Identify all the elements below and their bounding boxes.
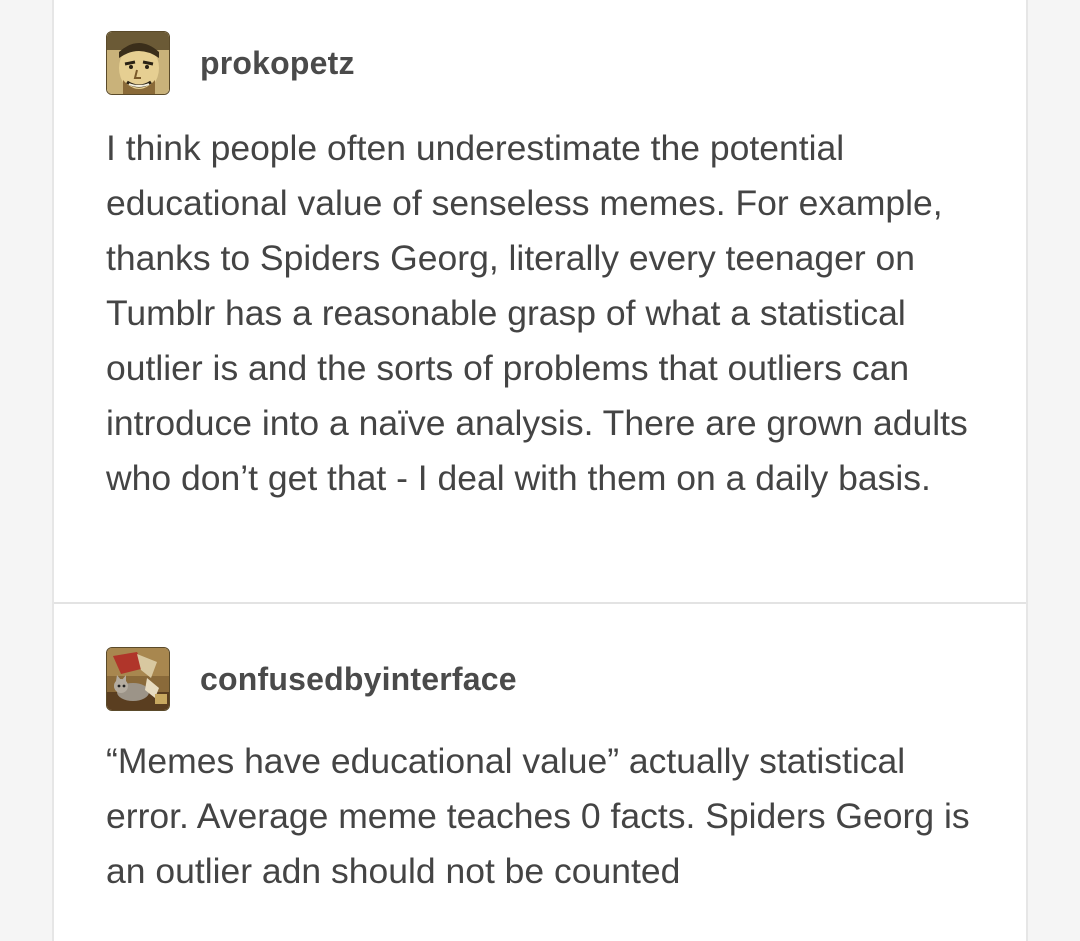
post-thread-card: prokopetz I think people often underesti… bbox=[52, 0, 1028, 941]
post-body: I think people often underestimate the p… bbox=[106, 128, 968, 498]
username[interactable]: confusedbyinterface bbox=[200, 661, 517, 698]
post-header: prokopetz bbox=[106, 31, 355, 95]
post-body: “Memes have educational value” actually … bbox=[106, 741, 970, 891]
post-prokopetz: prokopetz I think people often underesti… bbox=[54, 0, 1026, 604]
username[interactable]: prokopetz bbox=[200, 45, 355, 82]
avatar-prokopetz[interactable] bbox=[106, 31, 170, 95]
comic-portrait-avatar-icon bbox=[107, 32, 169, 94]
post-confusedbyinterface: confusedbyinterface “Memes have educatio… bbox=[54, 604, 1080, 941]
avatar-confusedbyinterface[interactable] bbox=[106, 647, 170, 711]
cat-illustration-avatar-icon bbox=[107, 648, 169, 710]
post-header: confusedbyinterface bbox=[106, 647, 517, 711]
